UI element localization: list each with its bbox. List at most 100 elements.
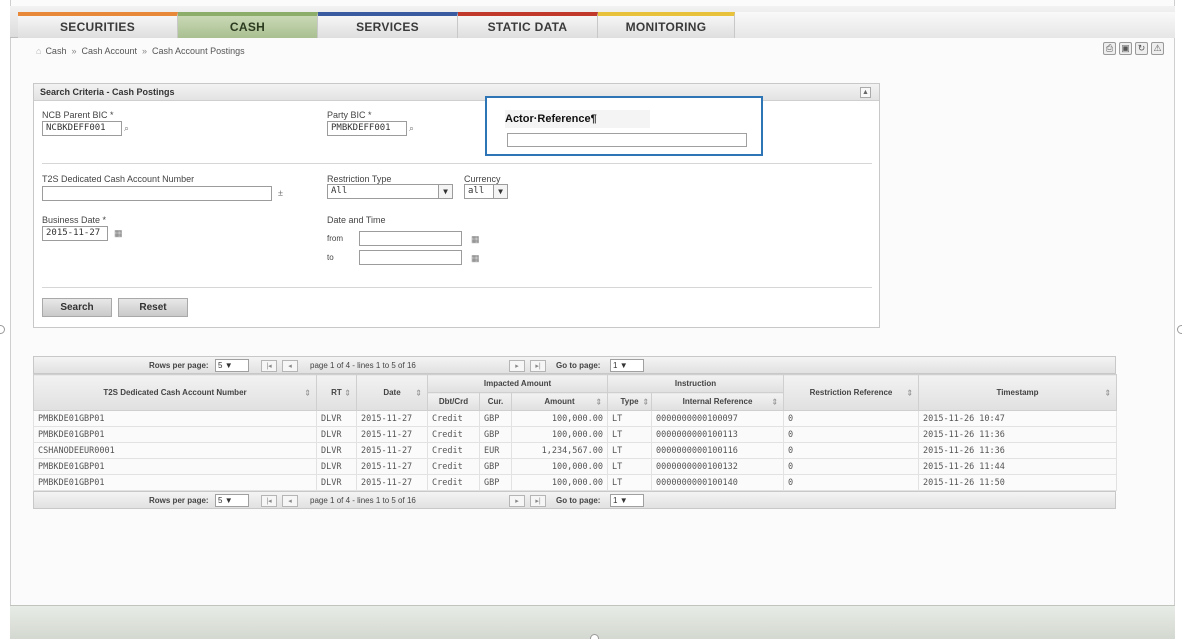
cell-timestamp: 2015-11-26 11:36	[918, 442, 1118, 459]
cell-rt: DLVR	[316, 426, 357, 443]
cell-internal-reference: 0000000000100097	[651, 410, 785, 427]
breadcrumb-item-postings: Cash Account Postings	[152, 46, 245, 56]
go-to-page-select[interactable]: 1 ▼	[610, 359, 644, 372]
ncb-parent-bic-input[interactable]: NCBKDEFF001	[42, 121, 122, 136]
cash-postings-table: T2S Dedicated Cash Account Number ⇕ RT ⇕ D…	[33, 374, 1118, 491]
column-header-account[interactable]: T2S Dedicated Cash Account Number ⇕	[33, 374, 317, 411]
tab-securities[interactable]: SECURITIES	[18, 12, 178, 38]
rows-per-page-select[interactable]: 5 ▼	[215, 359, 249, 372]
from-label: from	[327, 234, 343, 243]
home-icon[interactable]: ⌂	[36, 46, 41, 56]
cell-restriction-reference: 0	[783, 442, 920, 459]
cell-timestamp: 2015-11-26 10:47	[918, 410, 1118, 427]
cell-dbtcrd: Credit	[427, 410, 480, 427]
column-header-internal-reference[interactable]: Internal Reference ⇕	[651, 392, 785, 411]
breadcrumb: ⌂ Cash » Cash Account » Cash Account Pos…	[36, 44, 245, 58]
calendar-icon[interactable]: ▦	[114, 228, 123, 239]
account-number-label: T2S Dedicated Cash Account Number	[42, 174, 195, 184]
next-page-icon[interactable]: ▸	[509, 495, 525, 507]
lookup-search-icon[interactable]: ⌕	[124, 123, 129, 134]
calendar-icon[interactable]: ▦	[471, 253, 480, 264]
sort-icon[interactable]: ⇕	[906, 388, 913, 397]
sort-icon[interactable]: ⇕	[344, 388, 351, 397]
header-label: Date	[383, 388, 401, 397]
column-header-restriction-reference[interactable]: Restriction Reference ⇕	[783, 374, 920, 411]
refresh-icon[interactable]: ↻	[1135, 42, 1148, 55]
cell-amount: 100,000.00	[510, 474, 609, 491]
cell-date: 2015-11-27	[356, 458, 428, 475]
reset-button[interactable]: Reset	[118, 298, 188, 317]
first-page-icon[interactable]: |◂	[261, 495, 277, 507]
rows-per-page-select[interactable]: 5 ▼	[215, 494, 249, 507]
cell-amount: 100,000.00	[510, 410, 609, 427]
breadcrumb-item-cash-account[interactable]: Cash Account	[81, 46, 137, 56]
left-edge-handle	[0, 325, 5, 334]
table-row[interactable]: CSHANODEEUR0001 DLVR 2015-11-27 Credit EUR 1,…	[33, 442, 1118, 459]
search-button[interactable]: Search	[42, 298, 112, 317]
column-header-type[interactable]: Type ⇕	[607, 392, 653, 411]
sort-icon[interactable]: ⇕	[595, 397, 602, 406]
tab-cash[interactable]: CASH	[178, 12, 318, 38]
bottom-edge-handle	[590, 634, 599, 639]
header-label: Amount	[544, 397, 575, 406]
cell-internal-reference: 0000000000100113	[651, 426, 785, 443]
cell-amount: 100,000.00	[510, 426, 609, 443]
restriction-type-select[interactable]: All ▼	[327, 184, 453, 199]
cell-internal-reference: 0000000000100116	[651, 442, 785, 459]
sort-icon[interactable]: ⇕	[304, 388, 311, 397]
sort-icon[interactable]: ⇕	[771, 397, 778, 406]
cell-type: LT	[607, 410, 653, 427]
table-row[interactable]: PMBKDE01GBP01 DLVR 2015-11-27 Credit GBP 100,…	[33, 410, 1118, 427]
rows-per-page-label: Rows per page:	[149, 496, 209, 505]
next-page-icon[interactable]: ▸	[509, 360, 525, 372]
lookup-search-icon[interactable]: ⌕	[409, 123, 414, 134]
last-page-icon[interactable]: ▸|	[530, 360, 546, 372]
account-number-input[interactable]	[42, 186, 272, 201]
actor-reference-input[interactable]	[507, 133, 747, 147]
table-row[interactable]: PMBKDE01GBP01 DLVR 2015-11-27 Credit GBP 100,…	[33, 426, 1118, 443]
tab-services[interactable]: SERVICES	[318, 12, 458, 38]
cell-rt: DLVR	[316, 410, 357, 427]
cell-rt: DLVR	[316, 442, 357, 459]
currency-select[interactable]: all ▼	[464, 184, 508, 199]
tab-monitoring[interactable]: MONITORING	[598, 12, 735, 38]
cell-type: LT	[607, 474, 653, 491]
table-row[interactable]: PMBKDE01GBP01 DLVR 2015-11-27 Credit GBP 100,…	[33, 474, 1118, 491]
warning-icon[interactable]: ⚠	[1151, 42, 1164, 55]
collapse-icon[interactable]: ▲	[860, 87, 871, 98]
party-bic-input[interactable]: PMBKDEFF001	[327, 121, 407, 136]
cell-cur: GBP	[479, 458, 512, 475]
first-page-icon[interactable]: |◂	[261, 360, 277, 372]
date-to-input[interactable]	[359, 250, 462, 265]
business-date-input[interactable]: 2015-11-27	[42, 226, 108, 241]
prev-page-icon[interactable]: ◂	[282, 495, 298, 507]
table-row[interactable]: PMBKDE01GBP01 DLVR 2015-11-27 Credit GBP 100,…	[33, 458, 1118, 475]
calendar-icon[interactable]: ▦	[471, 234, 480, 245]
column-group-impacted-amount: Impacted Amount	[426, 374, 609, 393]
page-info: page 1 of 4 - lines 1 to 5 of 16	[310, 496, 416, 505]
column-header-rt[interactable]: RT ⇕	[316, 374, 357, 411]
lookup-icon[interactable]: ±	[278, 188, 283, 198]
date-from-input[interactable]	[359, 231, 462, 246]
restriction-type-value: All	[331, 186, 348, 196]
sort-icon[interactable]: ⇕	[415, 388, 422, 397]
column-header-amount[interactable]: Amount ⇕	[510, 392, 609, 411]
column-header-timestamp[interactable]: Timestamp ⇕	[918, 374, 1118, 411]
cell-internal-reference: 0000000000100132	[651, 458, 785, 475]
breadcrumb-item-cash[interactable]: Cash	[45, 46, 66, 56]
actor-reference-label: Actor·Reference¶	[505, 110, 650, 128]
go-to-page-select[interactable]: 1 ▼	[610, 494, 644, 507]
last-page-icon[interactable]: ▸|	[530, 495, 546, 507]
sort-icon[interactable]: ⇕	[642, 397, 649, 406]
sort-icon[interactable]: ⇕	[1104, 388, 1111, 397]
cell-account: PMBKDE01GBP01	[33, 474, 317, 491]
print-icon[interactable]: ⎙	[1103, 42, 1116, 55]
ncb-parent-bic-label: NCB Parent BIC *	[42, 110, 114, 120]
column-header-date[interactable]: Date ⇕	[356, 374, 428, 411]
tab-static-data[interactable]: STATIC DATA	[458, 12, 598, 38]
cell-dbtcrd: Credit	[427, 426, 480, 443]
prev-page-icon[interactable]: ◂	[282, 360, 298, 372]
save-icon[interactable]: ▣	[1119, 42, 1132, 55]
cell-cur: EUR	[479, 442, 512, 459]
cell-restriction-reference: 0	[783, 410, 920, 427]
